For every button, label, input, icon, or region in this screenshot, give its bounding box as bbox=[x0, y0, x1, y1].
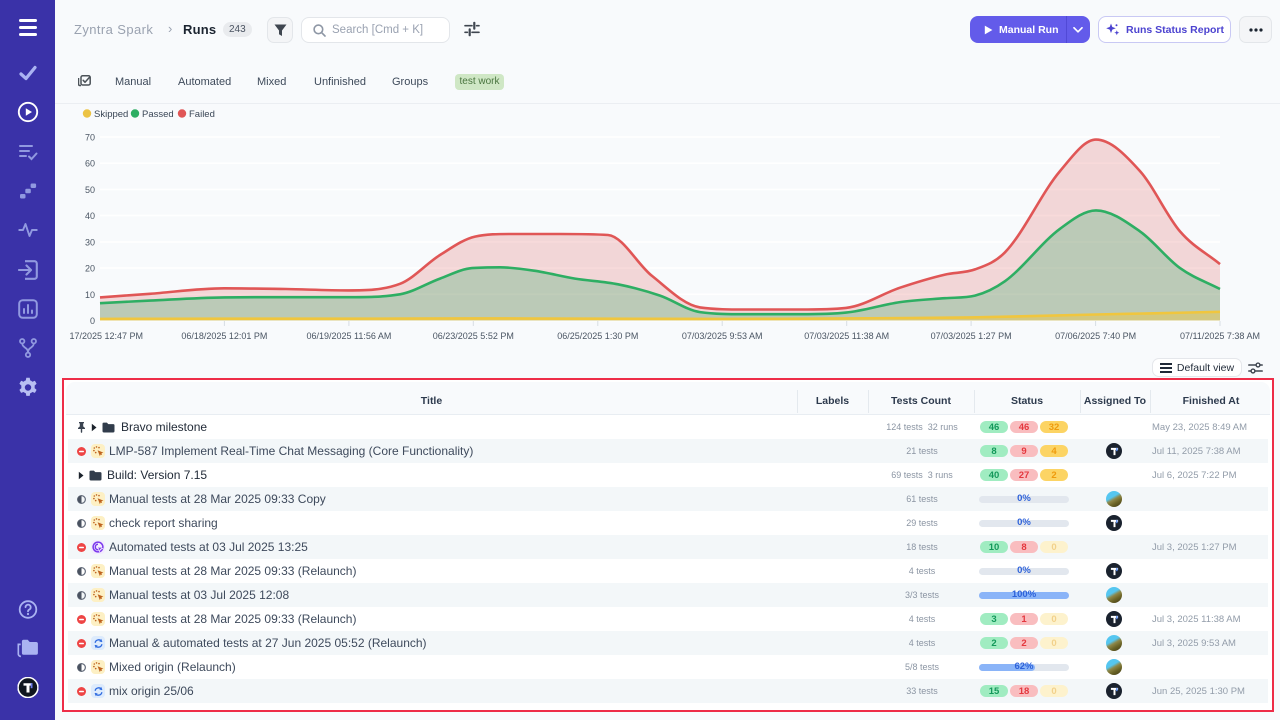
svg-text:Failed: Failed bbox=[189, 109, 215, 120]
svg-text:06/18/2025 12:01 PM: 06/18/2025 12:01 PM bbox=[181, 331, 267, 341]
svg-text:10: 10 bbox=[85, 290, 95, 300]
svg-text:06/19/2025 11:56 AM: 06/19/2025 11:56 AM bbox=[306, 331, 391, 341]
svg-text:07/03/2025 11:38 AM: 07/03/2025 11:38 AM bbox=[804, 331, 889, 341]
svg-text:07/11/2025 7:38 AM: 07/11/2025 7:38 AM bbox=[1180, 331, 1260, 341]
svg-text:20: 20 bbox=[85, 264, 95, 274]
svg-text:30: 30 bbox=[85, 237, 95, 247]
svg-text:70: 70 bbox=[85, 133, 95, 143]
svg-text:07/03/2025 1:27 PM: 07/03/2025 1:27 PM bbox=[931, 331, 1012, 341]
svg-text:06/25/2025 1:30 PM: 06/25/2025 1:30 PM bbox=[557, 331, 638, 341]
svg-text:40: 40 bbox=[85, 211, 95, 221]
svg-text:Passed: Passed bbox=[142, 109, 174, 120]
svg-text:50: 50 bbox=[85, 185, 95, 195]
svg-text:07/06/2025 7:40 PM: 07/06/2025 7:40 PM bbox=[1055, 331, 1136, 341]
svg-text:Skipped: Skipped bbox=[94, 109, 128, 120]
svg-text:0: 0 bbox=[90, 316, 95, 326]
svg-text:07/03/2025 9:53 AM: 07/03/2025 9:53 AM bbox=[682, 331, 763, 341]
svg-text:06/23/2025 5:52 PM: 06/23/2025 5:52 PM bbox=[433, 331, 514, 341]
svg-text:60: 60 bbox=[85, 159, 95, 169]
